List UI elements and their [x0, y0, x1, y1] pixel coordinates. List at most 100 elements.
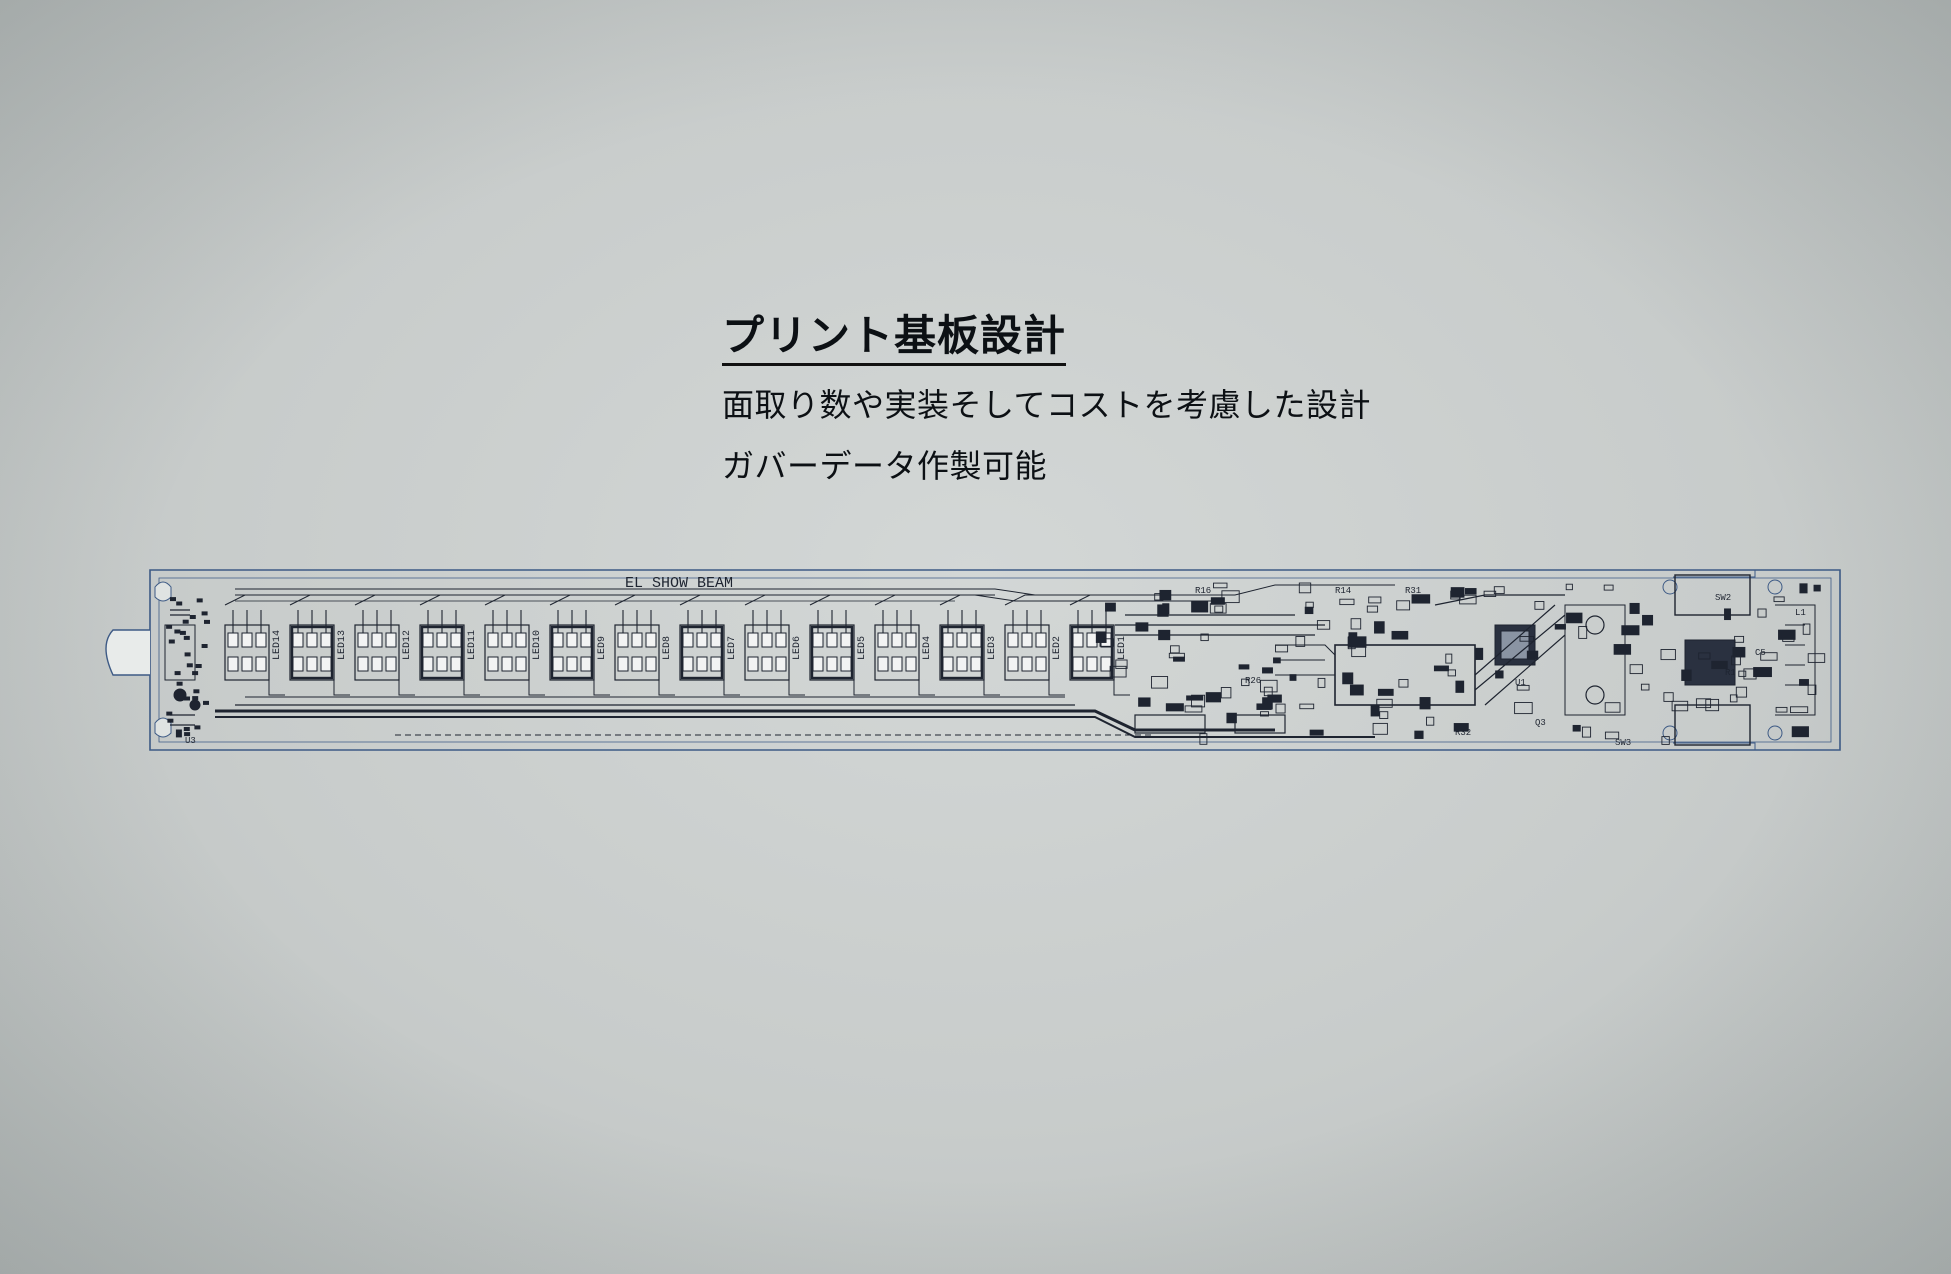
smd-component: [1374, 621, 1385, 634]
smd-component: [1790, 706, 1809, 714]
smd-component: [1695, 698, 1712, 709]
smd-component: [1773, 596, 1785, 603]
smd-component: [179, 630, 186, 635]
smd-component: [1604, 702, 1621, 713]
ref-label: C5: [1755, 648, 1766, 658]
smd-component: [1640, 683, 1650, 691]
pcb-smd-components: [166, 582, 1826, 745]
smd-component: [1213, 582, 1228, 589]
smd-component: [183, 727, 190, 731]
smd-component: [1349, 684, 1364, 696]
pcb-layout-drawing: LED14 LED13 LED12 LED11 LED10 LED9 LED8 LED7 LED…: [105, 569, 1841, 751]
smd-component: [1799, 583, 1808, 594]
smd-component: [1370, 705, 1380, 717]
smd-component: [1802, 623, 1811, 635]
smd-component: [1377, 688, 1394, 696]
smd-component: [189, 615, 196, 619]
smd-component: [1159, 589, 1172, 601]
smd-component: [201, 644, 208, 648]
smd-component: [182, 619, 189, 624]
smd-component: [1398, 679, 1409, 688]
pcb-led-modules: LED14 LED13 LED12 LED11 LED10 LED9 LED8 LED7 LED…: [224, 594, 1130, 696]
led-module: LED11: [419, 594, 480, 696]
led-label: LED12: [402, 630, 413, 660]
smd-component: [176, 601, 183, 606]
led-label: LED11: [467, 630, 478, 660]
description-line-2: ガバーデータ作製可能: [722, 447, 1048, 486]
led-label: LED14: [272, 630, 283, 660]
smd-component: [1309, 729, 1324, 736]
smd-component: [195, 664, 202, 668]
led-module: LED13: [289, 594, 350, 696]
smd-component: [1275, 644, 1289, 653]
smd-component: [1495, 670, 1504, 679]
smd-component: [175, 729, 182, 734]
smd-component: [1775, 706, 1788, 713]
smd-component: [203, 700, 209, 705]
smd-component: [1368, 596, 1382, 604]
smd-component: [1391, 630, 1409, 640]
led-module: LED12: [354, 594, 415, 696]
ref-label: R26: [1245, 676, 1261, 686]
ref-label: SW2: [1715, 593, 1731, 603]
smd-component: [176, 681, 183, 686]
smd-component: [1275, 703, 1286, 714]
smd-component: [1158, 629, 1171, 641]
smd-component: [1581, 726, 1592, 738]
description-line-1: 面取り数や実装そしてコストを考慮した設計: [722, 386, 1372, 425]
smd-component: [1414, 730, 1424, 739]
smd-component: [1578, 626, 1588, 639]
smd-component: [1199, 733, 1208, 745]
led-label: LED13: [337, 630, 348, 660]
smd-component: [1681, 669, 1692, 681]
smd-component: [1105, 602, 1116, 612]
led-module: LED7: [679, 594, 740, 696]
page-title: プリント基板設計: [722, 311, 1067, 367]
smd-component: [1186, 695, 1204, 701]
smd-component: [1445, 653, 1453, 664]
smd-component: [1342, 672, 1354, 685]
smd-component: [1660, 649, 1676, 661]
smd-component: [1663, 692, 1674, 702]
smd-component: [1162, 603, 1170, 615]
smd-component: [1115, 659, 1128, 669]
smd-component: [1191, 601, 1209, 613]
led-label: LED1: [1117, 636, 1128, 660]
smd-component: [1613, 644, 1632, 655]
smd-component: [1372, 722, 1388, 735]
smd-component: [1298, 582, 1312, 594]
led-label: LED7: [727, 636, 738, 660]
smd-component: [186, 663, 193, 668]
smd-component: [168, 639, 175, 644]
led-label: LED5: [857, 636, 868, 660]
smd-component: [1366, 605, 1379, 613]
smd-component: [170, 597, 176, 602]
smd-component: [1621, 625, 1640, 636]
heading-block: プリント基板設計 面取り数や実装そしてコストを考慮した設計 ガバーデータ作製可能: [722, 311, 1372, 486]
smd-component: [1514, 702, 1533, 715]
smd-component: [1220, 687, 1232, 699]
smd-component: [1534, 601, 1545, 610]
smd-component: [174, 629, 181, 634]
smd-component: [1379, 711, 1389, 719]
smd-component: [1214, 605, 1224, 613]
smd-component: [1350, 618, 1362, 630]
smd-component: [1757, 608, 1767, 618]
smd-component: [1450, 587, 1465, 598]
ref-label: SW3: [1615, 738, 1631, 748]
smd-component: [1455, 680, 1465, 693]
led-label: LED4: [922, 636, 933, 660]
ref-label: R32: [1455, 728, 1471, 738]
led-module: LED2: [1004, 594, 1065, 696]
pcb-silkscreen-label: EL SHOW BEAM: [625, 575, 733, 592]
smd-component: [201, 611, 208, 616]
smd-component: [167, 718, 174, 723]
smd-component: [1317, 677, 1326, 688]
led-module: LED4: [874, 594, 935, 696]
ref-label: L1: [1795, 608, 1806, 618]
led-module: LED5: [809, 594, 870, 696]
smd-component: [1095, 631, 1107, 643]
smd-component: [1138, 697, 1151, 707]
smd-component: [1238, 664, 1250, 670]
smd-component: [1474, 647, 1484, 660]
